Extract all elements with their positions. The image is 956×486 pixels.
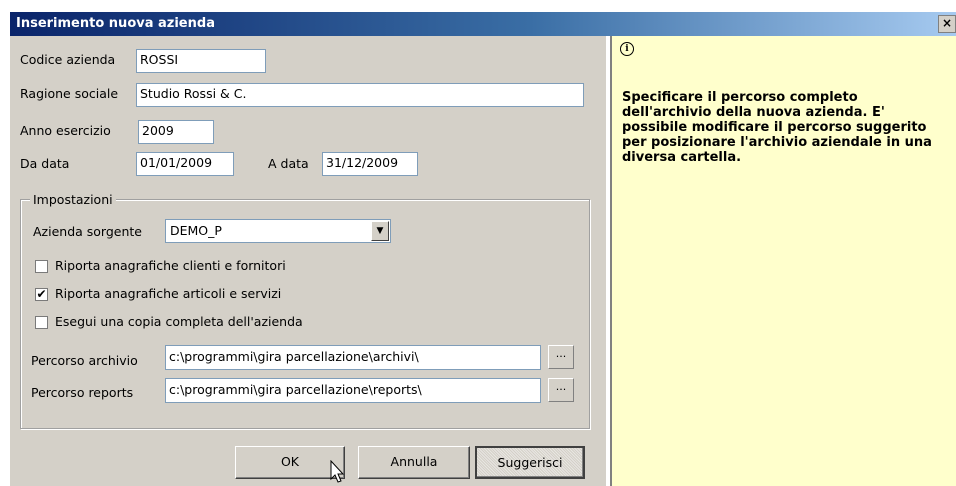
- checkbox-copia-completa[interactable]: [35, 316, 48, 329]
- percorso-reports-label: Percorso reports: [31, 385, 134, 400]
- ragione-sociale-input[interactable]: Studio Rossi & C.: [136, 83, 584, 107]
- browse-reports-button[interactable]: ...: [548, 378, 574, 402]
- codice-azienda-label: Codice azienda: [20, 52, 116, 67]
- info-icon: i: [620, 42, 634, 56]
- codice-azienda-input[interactable]: ROSSI: [136, 49, 266, 73]
- percorso-archivio-label: Percorso archivio: [31, 353, 138, 368]
- da-data-input[interactable]: 01/01/2009: [136, 152, 234, 176]
- a-data-input[interactable]: 31/12/2009: [322, 152, 418, 176]
- form-panel: Codice azienda ROSSI Ragione sociale Stu…: [10, 36, 606, 486]
- azienda-sorgente-select[interactable]: DEMO_P ▼: [165, 219, 391, 243]
- mouse-cursor-icon: [330, 460, 345, 483]
- checkbox-copia-completa-label: Esegui una copia completa dell'azienda: [55, 314, 303, 329]
- ragione-sociale-label: Ragione sociale: [20, 86, 119, 101]
- help-text: Specificare il percorso completo dell'ar…: [622, 90, 932, 165]
- checkbox-clienti-fornitori-label: Riporta anagrafiche clienti e fornitori: [55, 258, 286, 273]
- checkbox-articoli-servizi-label: Riporta anagrafiche articoli e servizi: [55, 286, 282, 301]
- percorso-reports-input[interactable]: c:\programmi\gira parcellazione\reports\: [165, 378, 541, 403]
- chevron-down-icon[interactable]: ▼: [371, 221, 389, 241]
- azienda-sorgente-label: Azienda sorgente: [33, 224, 142, 239]
- annulla-button[interactable]: Annulla: [358, 446, 470, 479]
- impostazioni-legend: Impostazioni: [30, 192, 116, 207]
- help-panel: i Specificare il percorso completo dell'…: [610, 36, 956, 486]
- close-button[interactable]: ×: [938, 15, 956, 33]
- title-bar: Inserimento nuova azienda ×: [10, 12, 956, 36]
- suggerisci-button[interactable]: Suggerisci: [475, 446, 585, 479]
- browse-archivio-button[interactable]: ...: [548, 345, 574, 369]
- anno-esercizio-label: Anno esercizio: [20, 123, 111, 138]
- checkbox-articoli-servizi[interactable]: ✔: [35, 288, 48, 301]
- window-title: Inserimento nuova azienda: [16, 16, 215, 31]
- a-data-label: A data: [268, 156, 309, 171]
- ok-button[interactable]: OK: [235, 446, 345, 479]
- checkbox-clienti-fornitori[interactable]: [35, 260, 48, 273]
- percorso-archivio-input[interactable]: c:\programmi\gira parcellazione\archivi\: [165, 345, 541, 370]
- da-data-label: Da data: [20, 156, 70, 171]
- azienda-sorgente-value: DEMO_P: [170, 223, 222, 238]
- anno-esercizio-input[interactable]: 2009: [138, 120, 214, 144]
